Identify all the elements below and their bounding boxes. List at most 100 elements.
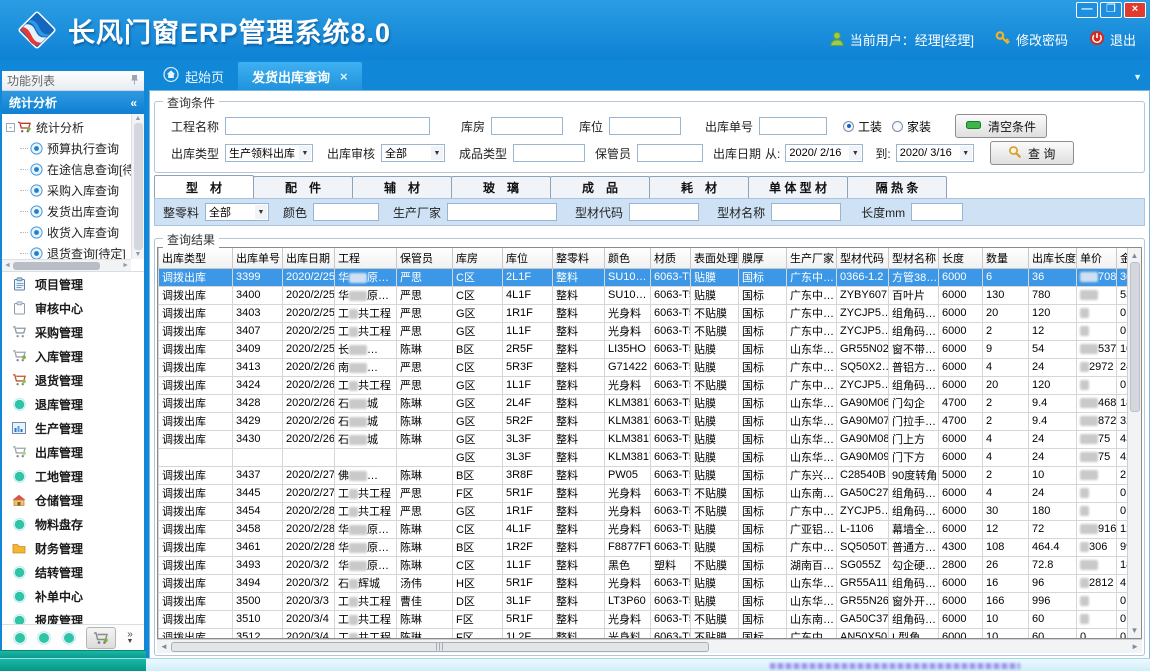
tree-item[interactable]: 在途信息查询[待	[6, 159, 142, 180]
sidebar-item-审核中心[interactable]: 审核中心	[2, 296, 144, 320]
column-header[interactable]: 颜色	[605, 248, 651, 268]
project-input[interactable]	[225, 117, 430, 135]
table-row[interactable]: 调拨出库34282020/2/26石城陈琳G区2L4F整料KLM38176063…	[159, 394, 1128, 412]
sidebar-section-header[interactable]: 统计分析 «	[2, 91, 144, 114]
product-type-input[interactable]	[513, 144, 585, 162]
tab-overflow-caret-icon[interactable]: ▼	[1133, 72, 1142, 82]
column-header[interactable]: 库位	[503, 248, 553, 268]
tree-vertical-scrollbar[interactable]: ▲▼	[131, 114, 144, 259]
column-header[interactable]: 保管员	[397, 248, 453, 268]
material-tab[interactable]: 配 件	[253, 176, 353, 198]
column-header[interactable]: 工程	[335, 248, 397, 268]
pin-icon[interactable]	[130, 74, 139, 88]
tree-horizontal-scrollbar[interactable]: ◄►	[2, 259, 131, 271]
table-row[interactable]: 调拨出库34132020/2/26南…严思C区5R3F整料G714226063-…	[159, 358, 1128, 376]
material-tab[interactable]: 耗 材	[649, 176, 749, 198]
column-header[interactable]: 数量	[983, 248, 1029, 268]
radio-gongzhuang[interactable]: 工装	[843, 118, 882, 135]
more-chevron[interactable]: »▼	[127, 631, 134, 645]
table-row[interactable]: 调拨出库34542020/2/28工共工程严思G区1R1F整料光身料6063-T…	[159, 502, 1128, 520]
tab-home[interactable]: 起始页	[149, 62, 238, 90]
column-header[interactable]: 出库类型	[159, 248, 233, 268]
scroll-down-icon[interactable]: ▼	[1131, 626, 1139, 635]
table-row[interactable]: 调拨出库34582020/2/28华原…陈琳C区4L1F整料光身料6063-T5…	[159, 520, 1128, 538]
footer-dot-icon[interactable]	[13, 631, 27, 645]
column-header[interactable]: 库房	[453, 248, 503, 268]
footer-dot-icon[interactable]	[37, 631, 51, 645]
column-header[interactable]: 金	[1117, 248, 1128, 268]
material-tab[interactable]: 型 材	[154, 175, 254, 198]
location-input[interactable]	[609, 117, 681, 135]
table-row[interactable]: 调拨出库35122020/3/4工共工程陈琳F区1L2F整料光身料6063-T5…	[159, 628, 1128, 638]
scroll-left-icon[interactable]: ◄	[4, 262, 11, 269]
column-header[interactable]: 表面处理	[691, 248, 739, 268]
tree-root[interactable]: -统计分析	[6, 117, 142, 138]
date-to-select[interactable]: 2020/ 3/16▼	[896, 144, 974, 162]
column-header[interactable]: 长度	[939, 248, 983, 268]
scroll-right-icon[interactable]: ►	[122, 262, 129, 269]
table-row[interactable]: 调拨出库35002020/3/3工共工程曹佳D区3L1F整料LT3P606063…	[159, 592, 1128, 610]
material-tab[interactable]: 隔 热 条	[847, 176, 947, 198]
table-row[interactable]: 调拨出库34942020/3/2石辉城汤伟H区5R1F整料光身料6063-T5贴…	[159, 574, 1128, 592]
column-header[interactable]: 单价	[1077, 248, 1117, 268]
footer-cart-button[interactable]	[86, 627, 116, 649]
change-password-link[interactable]: 修改密码	[995, 30, 1068, 49]
sidebar-item-报废管理[interactable]: 报废管理	[2, 608, 144, 624]
column-header[interactable]: 出库日期	[283, 248, 335, 268]
collapse-toggle-icon[interactable]: -	[6, 123, 15, 132]
color-input[interactable]	[313, 203, 379, 221]
part-select[interactable]: 全部▼	[205, 203, 269, 221]
table-row[interactable]: 调拨出库33992020/2/25华原…严思C区2L1F整料SU10…6063-…	[159, 268, 1128, 286]
sidebar-item-退库管理[interactable]: 退库管理	[2, 392, 144, 416]
scroll-down-icon[interactable]: ▼	[135, 251, 142, 258]
table-row[interactable]: 调拨出库34612020/2/28华原…陈琳B区1R2F整料F8877FT606…	[159, 538, 1128, 556]
material-tab[interactable]: 玻 璃	[451, 176, 551, 198]
column-header[interactable]: 生产厂家	[787, 248, 837, 268]
tree-item[interactable]: 预算执行查询	[6, 138, 142, 159]
material-tab[interactable]: 单 体 型 材	[748, 176, 848, 198]
table-row[interactable]: 调拨出库34072020/2/25工共工程严思G区1L1F整料光身料6063-T…	[159, 322, 1128, 340]
minimize-button[interactable]: —	[1076, 2, 1098, 18]
manufacturer-input[interactable]	[447, 203, 557, 221]
tree-item[interactable]: 收货入库查询	[6, 222, 142, 243]
sidebar-item-工地管理[interactable]: 工地管理	[2, 464, 144, 488]
table-row[interactable]: 调拨出库35102020/3/4工共工程陈琳F区5R1F整料光身料6063-T5…	[159, 610, 1128, 628]
scroll-right-icon[interactable]: ►	[1131, 642, 1139, 651]
table-row[interactable]: 调拨出库34292020/2/26石城陈琳G区5R2F整料KLM38176063…	[159, 412, 1128, 430]
sidebar-item-出库管理[interactable]: 出库管理	[2, 440, 144, 464]
grid-horizontal-scrollbar[interactable]: ◄ ||| ►	[157, 639, 1142, 653]
maximize-button[interactable]: ❐	[1100, 2, 1122, 18]
audit-select[interactable]: 全部▼	[381, 144, 445, 162]
sidebar-item-物料盘存[interactable]: 物料盘存	[2, 512, 144, 536]
table-row[interactable]: 调拨出库34242020/2/26工共工程严思G区1L1F整料光身料6063-T…	[159, 376, 1128, 394]
warehouse-input[interactable]	[491, 117, 563, 135]
logout-link[interactable]: 退出	[1089, 30, 1136, 49]
column-header[interactable]: 型材代码	[837, 248, 889, 268]
column-header[interactable]: 出库长度	[1029, 248, 1077, 268]
search-button[interactable]: 查 询	[990, 141, 1074, 165]
keeper-input[interactable]	[637, 144, 703, 162]
sidebar-item-财务管理[interactable]: 财务管理	[2, 536, 144, 560]
length-input[interactable]	[911, 203, 963, 221]
column-header[interactable]: 材质	[651, 248, 691, 268]
table-row[interactable]: 调拨出库34302020/2/26石城陈琳G区3L3F整料KLM38176063…	[159, 430, 1128, 448]
column-header[interactable]: 整零料	[553, 248, 605, 268]
clear-conditions-button[interactable]: 清空条件	[955, 114, 1047, 138]
sidebar-item-采购管理[interactable]: 采购管理	[2, 320, 144, 344]
material-tab[interactable]: 辅 材	[352, 176, 452, 198]
scroll-left-icon[interactable]: ◄	[160, 642, 168, 651]
sidebar-item-仓储管理[interactable]: 仓储管理	[2, 488, 144, 512]
sidebar-item-入库管理[interactable]: 入库管理	[2, 344, 144, 368]
column-header[interactable]: 膜厚	[739, 248, 787, 268]
table-row[interactable]: 调拨出库34372020/2/27佛…陈琳B区3R8F整料PW056063-T5…	[159, 466, 1128, 484]
tree-item[interactable]: 发货出库查询	[6, 201, 142, 222]
close-button[interactable]: ×	[1124, 2, 1146, 18]
table-row[interactable]: 调拨出库34032020/2/25工共工程严思G区1R1F整料光身料6063-T…	[159, 304, 1128, 322]
table-row[interactable]: G区3L3F整料KLM38176063-T5贴膜国标山东华…GA90M09.门下…	[159, 448, 1128, 466]
table-row[interactable]: 调拨出库34092020/2/25长…陈琳B区2R5F整料LI35HO6063-…	[159, 340, 1128, 358]
sidebar-item-项目管理[interactable]: 项目管理	[2, 272, 144, 296]
sidebar-item-退货管理[interactable]: 退货管理	[2, 368, 144, 392]
scroll-up-icon[interactable]: ▲	[135, 115, 142, 122]
table-row[interactable]: 调拨出库34452020/2/27工共工程严思F区5R1F整料光身料6063-T…	[159, 484, 1128, 502]
collapse-icon[interactable]: «	[130, 96, 137, 110]
